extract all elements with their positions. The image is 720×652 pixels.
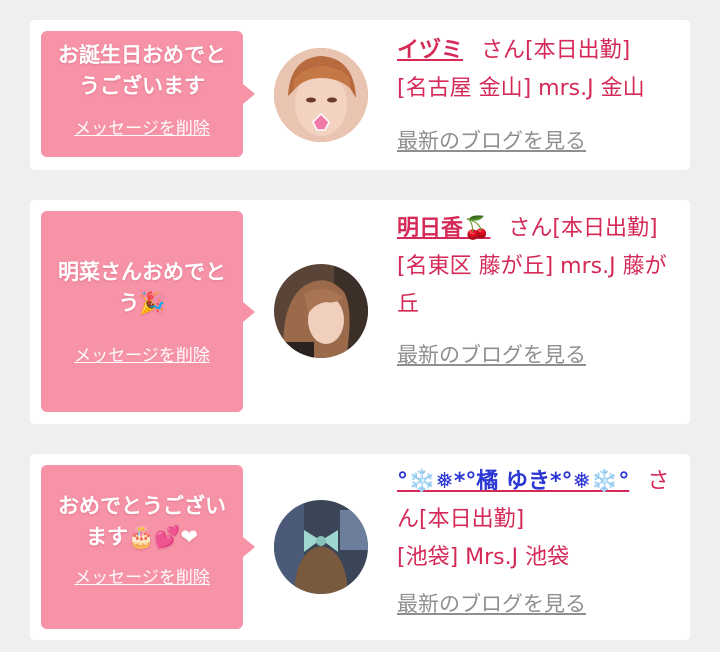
- message-card: 明菜さんおめでとう🎉 メッセージを削除 明日香🍒 さん[本日出勤] [名東区 藤が…: [30, 200, 690, 424]
- staff-info: 明日香🍒 さん[本日出勤] [名東区 藤が丘] mrs.J 藤が丘 最新のブログを…: [397, 210, 683, 374]
- birthday-message: お誕生日おめでとうございます: [58, 43, 226, 98]
- birthday-message: おめでとうございます🎂💕❤: [58, 494, 226, 549]
- message-bubble: 明菜さんおめでとう🎉 メッセージを削除: [41, 211, 255, 412]
- staff-name-link[interactable]: °❄️❅*°橘 ゆき*°❅❄️°: [397, 469, 629, 494]
- avatar[interactable]: [274, 500, 368, 594]
- staff-name-link[interactable]: 明日香🍒: [397, 216, 490, 241]
- status-text: さん[本日出勤]: [508, 216, 658, 241]
- staff-info: °❄️❅*°橘 ゆき*°❅❄️° さん[本日出勤] [池袋] Mrs.J 池袋 最…: [397, 463, 683, 623]
- avatar[interactable]: [274, 264, 368, 358]
- staff-name-link[interactable]: イヅミ: [397, 38, 463, 63]
- staff-info: イヅミ さん[本日出勤] [名古屋 金山] mrs.J 金山 最新のブログを見る: [397, 32, 683, 160]
- delete-message-link[interactable]: メッセージを削除: [49, 114, 235, 139]
- shop-label: [名古屋 金山] mrs.J 金山: [397, 76, 645, 101]
- latest-blog-link[interactable]: 最新のブログを見る: [397, 122, 683, 160]
- birthday-message: 明菜さんおめでとう🎉: [58, 260, 226, 315]
- latest-blog-link[interactable]: 最新のブログを見る: [397, 336, 683, 374]
- status-text: さん[本日出勤]: [481, 38, 631, 63]
- shop-label: [池袋] Mrs.J 池袋: [397, 545, 570, 570]
- avatar[interactable]: [274, 48, 368, 142]
- message-bubble: おめでとうございます🎂💕❤ メッセージを削除: [41, 465, 255, 629]
- message-card: お誕生日おめでとうございます メッセージを削除 イヅミ さん[本日出勤] [名古屋…: [30, 20, 690, 170]
- shop-label: [名東区 藤が丘] mrs.J 藤が丘: [397, 254, 667, 317]
- delete-message-link[interactable]: メッセージを削除: [49, 341, 235, 366]
- message-card: おめでとうございます🎂💕❤ メッセージを削除 °❄️❅*°橘 ゆき*°❅❄️° さ…: [30, 454, 690, 640]
- latest-blog-link[interactable]: 最新のブログを見る: [397, 585, 683, 623]
- message-bubble: お誕生日おめでとうございます メッセージを削除: [41, 31, 255, 157]
- delete-message-link[interactable]: メッセージを削除: [49, 563, 235, 588]
